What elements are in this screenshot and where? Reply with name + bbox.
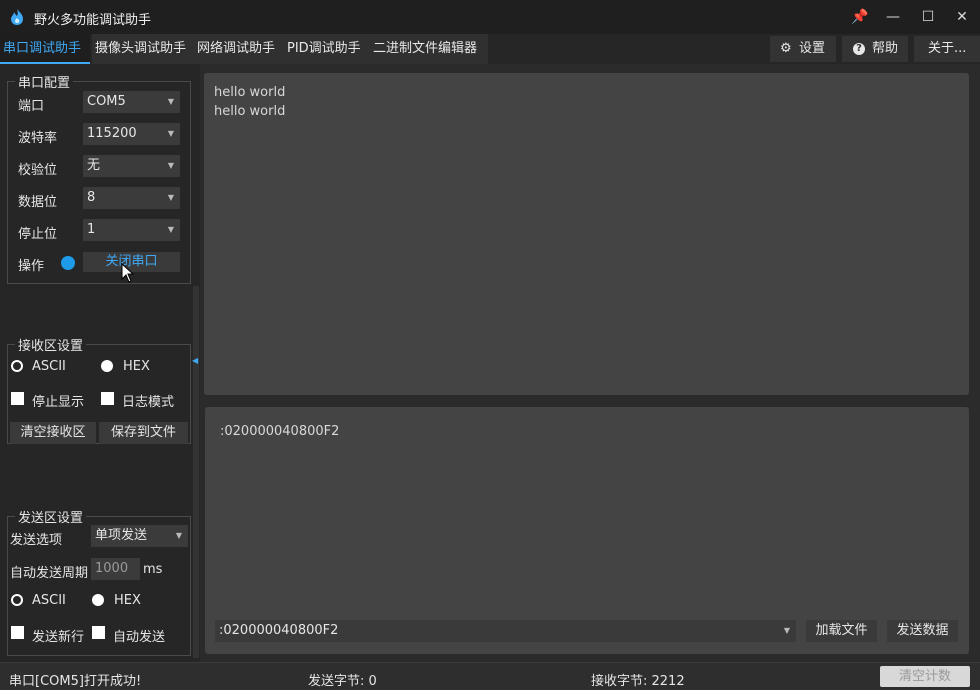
chevron-down-icon: ▼ <box>167 225 174 234</box>
baud-value: 115200 <box>87 126 137 141</box>
stopbits-label: 停止位 <box>18 227 58 242</box>
pin-icon[interactable]: 📌 <box>849 6 871 28</box>
parity-select[interactable]: 无 ▼ <box>83 155 180 177</box>
close-button[interactable]: ✕ <box>951 6 973 28</box>
chevron-down-icon: ▼ <box>167 161 174 170</box>
tab-pid[interactable]: PID调试助手 <box>284 34 374 64</box>
send-ascii-label: ASCII <box>32 593 66 608</box>
about-button[interactable]: 关于... <box>914 36 980 62</box>
chevron-down-icon: ▼ <box>167 129 174 138</box>
status-bar <box>0 662 980 690</box>
tab-network[interactable]: 网络调试助手 <box>194 34 286 64</box>
tab-serial[interactable]: 串口调试助手 <box>0 34 90 64</box>
parity-value: 无 <box>87 158 101 173</box>
log-mode-checkbox[interactable] <box>101 392 114 405</box>
tab-camera[interactable]: 摄像头调试助手 <box>92 34 196 64</box>
recv-ascii-label: ASCII <box>32 359 66 374</box>
splitter[interactable] <box>193 286 199 658</box>
stop-display-checkbox[interactable] <box>11 392 24 405</box>
received-bytes: 接收字节: 2212 <box>591 674 685 689</box>
minimize-button[interactable]: — <box>882 6 904 28</box>
clear-receive-button[interactable]: 清空接收区 <box>10 422 96 444</box>
mouse-cursor-icon <box>121 263 135 283</box>
save-to-file-button[interactable]: 保存到文件 <box>99 422 188 444</box>
clear-count-button[interactable]: 清空计数 <box>880 666 970 687</box>
send-area[interactable]: :020000040800F2 <box>205 407 969 654</box>
baud-select[interactable]: 115200 ▼ <box>83 123 180 145</box>
auto-send-checkbox[interactable] <box>92 626 105 639</box>
auto-send-period-label: 自动发送周期 <box>10 566 89 581</box>
send-text: :020000040800F2 <box>220 424 340 439</box>
status-message: 串口[COM5]打开成功! <box>9 674 142 689</box>
settings-label: 设置 <box>799 41 826 56</box>
send-history-value: :020000040800F2 <box>219 623 339 638</box>
chevron-down-icon: ▼ <box>175 531 182 540</box>
port-status-indicator <box>61 256 75 270</box>
port-label: 端口 <box>18 99 45 114</box>
about-label: 关于... <box>928 41 967 56</box>
parity-label: 校验位 <box>18 163 58 178</box>
window-title: 野火多功能调试助手 <box>34 13 152 28</box>
chevron-down-icon: ▼ <box>167 97 174 106</box>
send-ascii-radio[interactable] <box>11 594 23 606</box>
receive-line: hello world <box>214 104 286 119</box>
stop-display-label: 停止显示 <box>32 395 85 410</box>
sent-bytes: 发送字节: 0 <box>308 674 377 689</box>
serial-config-title: 串口配置 <box>15 72 74 91</box>
send-hex-radio[interactable] <box>92 594 104 606</box>
send-option-label: 发送选项 <box>10 533 63 548</box>
tab-binary-editor[interactable]: 二进制文件编辑器 <box>370 34 488 64</box>
databits-select[interactable]: 8 ▼ <box>83 187 180 209</box>
help-button[interactable]: ? 帮助 <box>842 36 908 62</box>
stopbits-value: 1 <box>87 222 96 237</box>
baud-label: 波特率 <box>18 131 58 146</box>
send-option-select[interactable]: 单项发送 ▼ <box>91 525 188 547</box>
port-value: COM5 <box>87 94 126 109</box>
send-settings-title: 发送区设置 <box>15 507 87 526</box>
stopbits-select[interactable]: 1 ▼ <box>83 219 180 241</box>
chevron-down-icon: ▼ <box>167 193 174 202</box>
chevron-down-icon: ▼ <box>783 626 790 635</box>
load-file-button[interactable]: 加载文件 <box>806 620 877 642</box>
gear-icon: ⚙ <box>780 41 792 56</box>
auto-send-label: 自动发送 <box>113 630 166 645</box>
recv-ascii-radio[interactable] <box>11 360 23 372</box>
receive-line: hello world <box>214 85 286 100</box>
send-newline-label: 发送新行 <box>32 630 85 645</box>
recv-hex-radio[interactable] <box>101 360 113 372</box>
send-hex-label: HEX <box>114 593 141 608</box>
send-data-button[interactable]: 发送数据 <box>887 620 958 642</box>
recv-hex-label: HEX <box>123 359 150 374</box>
databits-value: 8 <box>87 190 96 205</box>
help-label: 帮助 <box>872 41 899 56</box>
collapse-arrow-icon[interactable]: ◀ <box>192 356 198 365</box>
receive-area[interactable]: hello world hello world <box>204 73 969 395</box>
log-mode-label: 日志模式 <box>122 395 175 410</box>
send-history-input[interactable]: :020000040800F2 ▼ <box>215 620 796 642</box>
send-newline-checkbox[interactable] <box>11 626 24 639</box>
port-select[interactable]: COM5 ▼ <box>83 91 180 113</box>
maximize-button[interactable]: ☐ <box>917 6 939 28</box>
period-unit: ms <box>143 562 163 577</box>
flame-logo-icon <box>11 9 23 25</box>
receive-settings-title: 接收区设置 <box>15 335 87 354</box>
help-icon: ? <box>853 43 865 55</box>
operation-label: 操作 <box>18 259 45 274</box>
settings-button[interactable]: ⚙ 设置 <box>770 36 836 62</box>
send-option-value: 单项发送 <box>95 528 148 543</box>
period-input[interactable]: 1000 <box>91 558 140 580</box>
databits-label: 数据位 <box>18 195 58 210</box>
